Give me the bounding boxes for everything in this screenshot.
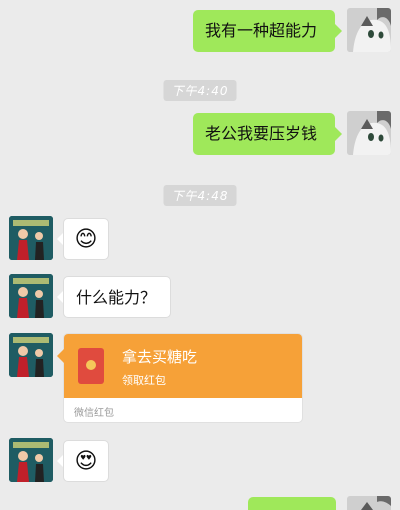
my-avatar[interactable] bbox=[347, 496, 391, 510]
red-envelope-icon bbox=[78, 348, 104, 384]
red-packet-message[interactable]: 拿去买糖吃 领取红包 微信红包 bbox=[63, 333, 303, 423]
received-message-3[interactable]: 😍 bbox=[63, 440, 109, 482]
couple-avatar-icon bbox=[9, 216, 53, 260]
bubble-tail bbox=[57, 349, 64, 363]
sent-message-3[interactable] bbox=[248, 497, 336, 510]
bubble-tail bbox=[335, 127, 342, 141]
contact-avatar[interactable] bbox=[9, 333, 53, 377]
red-packet-subtitle: 领取红包 bbox=[122, 374, 166, 387]
contact-avatar[interactable] bbox=[9, 438, 53, 482]
red-packet-footer: 微信红包 bbox=[74, 408, 114, 419]
couple-avatar-icon bbox=[9, 438, 53, 482]
received-message-2[interactable]: 什么能力？ bbox=[63, 276, 171, 318]
my-avatar[interactable] bbox=[347, 8, 391, 52]
timestamp: 下午4:40 bbox=[163, 80, 237, 101]
heart-eyes-emoji: 😍 bbox=[74, 449, 98, 474]
red-packet-header: 拿去买糖吃 领取红包 bbox=[64, 334, 302, 398]
cat-avatar-icon bbox=[347, 8, 391, 52]
sent-message-1[interactable]: 我有一种超能力 bbox=[193, 10, 335, 52]
message-text: 什么能力？ bbox=[76, 288, 157, 307]
my-avatar[interactable] bbox=[347, 111, 391, 155]
contact-avatar[interactable] bbox=[9, 274, 53, 318]
bubble-tail bbox=[335, 24, 342, 38]
cat-avatar-icon bbox=[347, 111, 391, 155]
couple-avatar-icon bbox=[9, 274, 53, 318]
red-packet-title: 拿去买糖吃 bbox=[122, 348, 198, 366]
smile-emoji: 😊 bbox=[74, 227, 98, 252]
sent-message-2[interactable]: 老公我要压岁钱 bbox=[193, 113, 335, 155]
contact-avatar[interactable] bbox=[9, 216, 53, 260]
message-text: 老公我要压岁钱 bbox=[205, 124, 318, 143]
message-text: 我有一种超能力 bbox=[205, 21, 318, 40]
timestamp: 下午4:48 bbox=[163, 185, 237, 206]
received-message-1[interactable]: 😊 bbox=[63, 218, 109, 260]
cat-avatar-icon bbox=[347, 496, 391, 510]
couple-avatar-icon bbox=[9, 333, 53, 377]
